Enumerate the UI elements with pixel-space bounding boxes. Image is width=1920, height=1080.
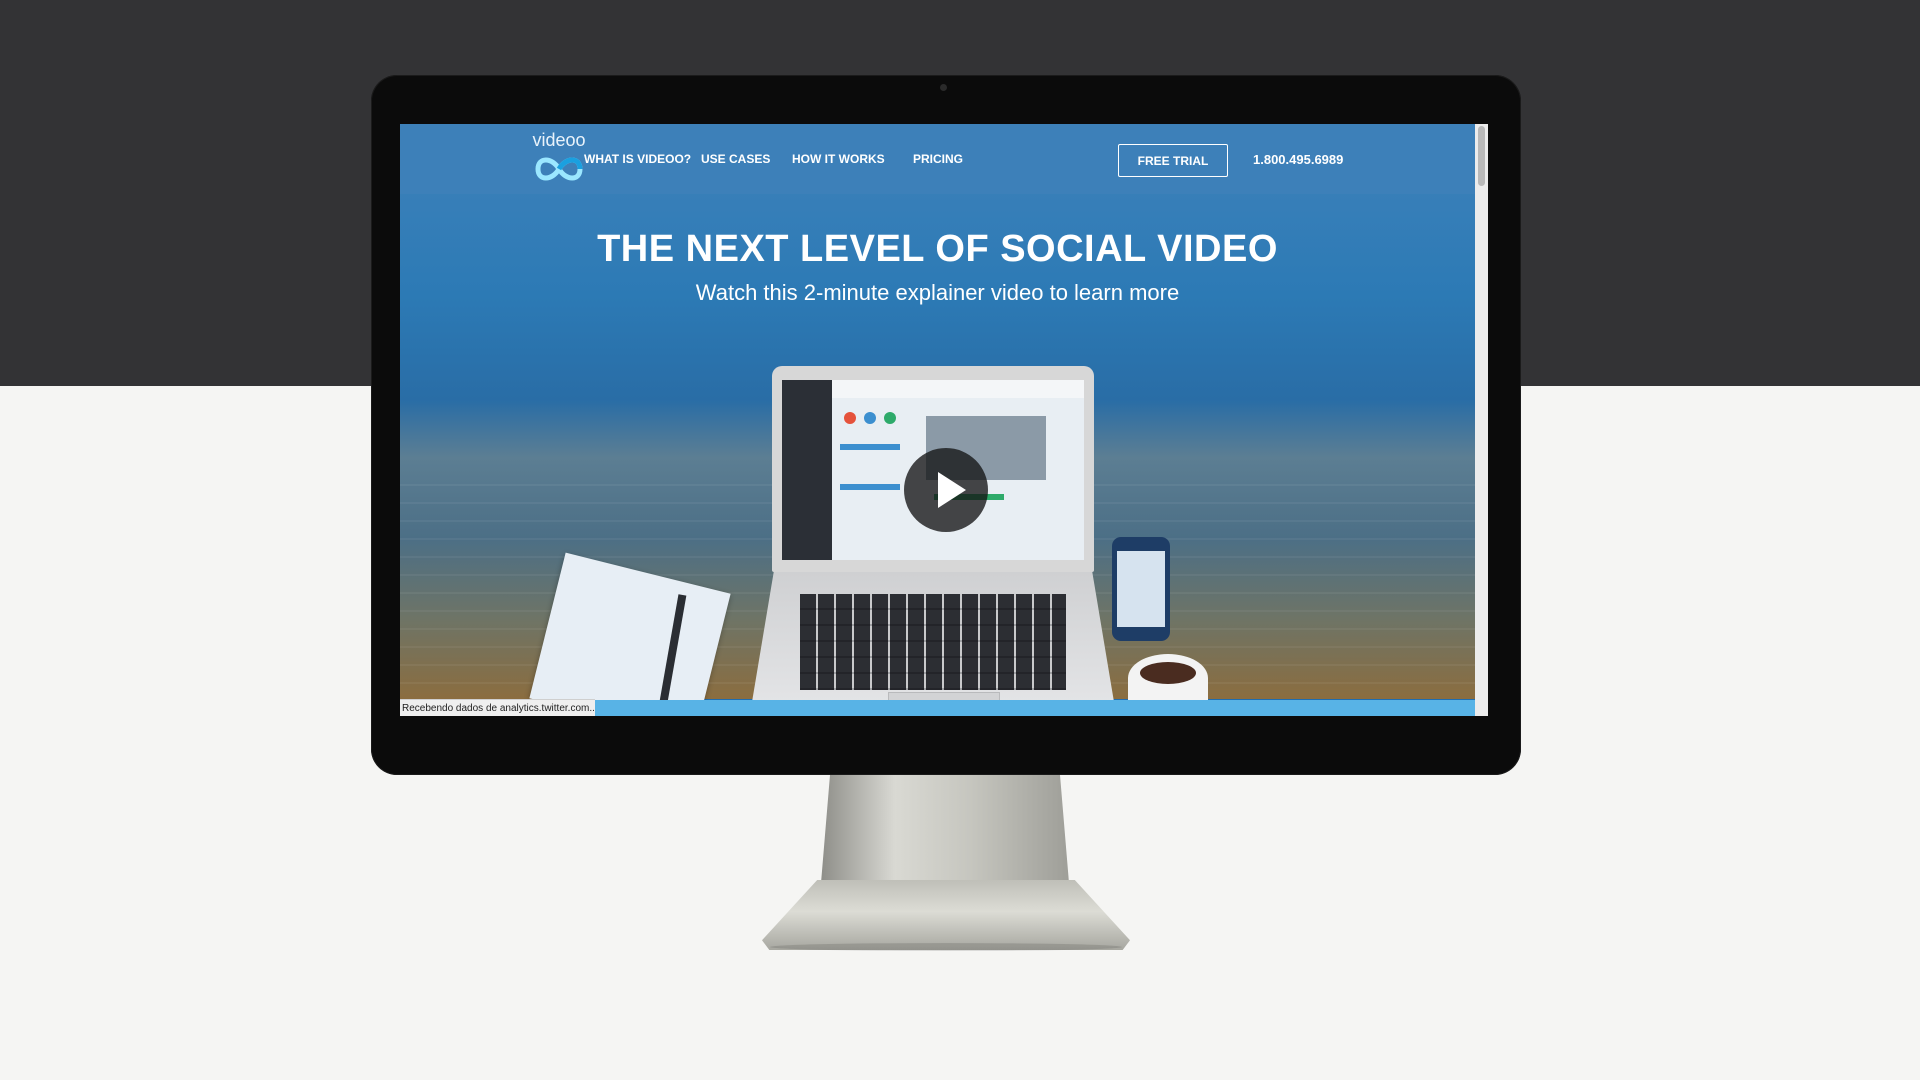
laptop-video-preview [752, 366, 1114, 704]
monitor-screen: videoo WHAT IS VIDEOO? USE CASES HOW IT … [400, 124, 1488, 716]
thumbnail-sidebar [782, 380, 832, 560]
laptop-keyboard [800, 594, 1066, 690]
free-trial-button[interactable]: FREE TRIAL [1118, 144, 1228, 177]
infinity-logo-icon [535, 157, 583, 181]
smartphone-image [1112, 537, 1170, 641]
scrollbar-thumb[interactable] [1478, 126, 1485, 186]
monitor-stand-neck [820, 775, 1070, 895]
nav-item-what-is-videoo[interactable]: WHAT IS VIDEOO? [584, 152, 691, 166]
thumbnail-stat-dot [844, 412, 856, 424]
thumbnail-stat-dot [884, 412, 896, 424]
thumbnail-row [840, 484, 900, 490]
top-navigation: videoo WHAT IS VIDEOO? USE CASES HOW IT … [400, 124, 1475, 194]
play-icon [938, 472, 966, 508]
webcam-icon [940, 84, 947, 91]
stand-shadow [770, 943, 1122, 951]
vertical-scrollbar[interactable] [1475, 124, 1488, 716]
browser-status-bar: Recebendo dados de analytics.twitter.com… [400, 699, 595, 716]
laptop-lid [772, 366, 1094, 572]
coffee [1140, 662, 1196, 684]
smartphone-screen [1117, 551, 1165, 627]
monitor-stand-foot [762, 880, 1130, 950]
thumbnail-stat-dot [864, 412, 876, 424]
nav-item-pricing[interactable]: PRICING [913, 152, 963, 166]
video-play-button[interactable] [904, 448, 988, 532]
hero-title: THE NEXT LEVEL OF SOCIAL VIDEO [597, 228, 1278, 270]
thumbnail-row [840, 444, 900, 450]
nav-item-use-cases[interactable]: USE CASES [701, 152, 770, 166]
thumbnail-topbar [832, 380, 1084, 398]
video-thumbnail[interactable] [782, 380, 1084, 560]
section-divider-strip [595, 700, 1475, 716]
logo-wordmark: videoo [532, 130, 586, 150]
videoo-logo[interactable]: videoo [528, 130, 590, 190]
nav-item-how-it-works[interactable]: HOW IT WORKS [792, 152, 885, 166]
hero-subtitle: Watch this 2-minute explainer video to l… [695, 280, 1180, 305]
phone-number[interactable]: 1.800.495.6989 [1253, 152, 1343, 167]
